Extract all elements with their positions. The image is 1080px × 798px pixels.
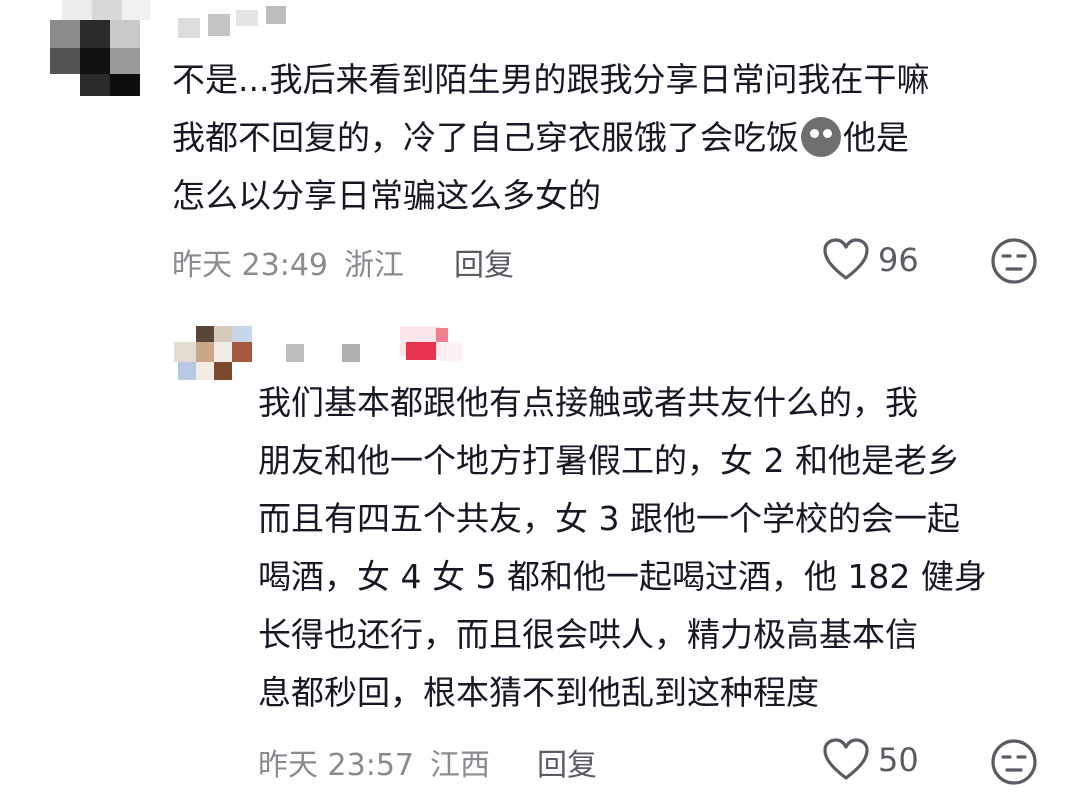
comment-line: 不是...我后来看到陌生男的跟我分享日常问我在干嘛 bbox=[172, 60, 930, 99]
comment-body: 我们基本都跟他有点接触或者共友什么的，我 朋友和他一个地方打暑假工的，女 2 和… bbox=[258, 374, 987, 722]
avatar[interactable] bbox=[40, 0, 150, 100]
avatar[interactable] bbox=[174, 326, 254, 382]
username[interactable] bbox=[178, 4, 288, 40]
neutral-face-icon[interactable] bbox=[990, 738, 1038, 786]
sad-face-emoji-icon bbox=[801, 117, 841, 157]
comment-line: 我都不回复的，冷了自己穿衣服饿了会吃饭 他是 bbox=[172, 109, 929, 167]
like-button[interactable]: 50 bbox=[822, 738, 919, 782]
comment-line-text: 他是 bbox=[843, 118, 909, 157]
comment-meta: 昨天 23:57 江西 bbox=[258, 740, 506, 784]
reply-button[interactable]: 回复 bbox=[537, 740, 597, 784]
comment-line-text: 我都不回复的，冷了自己穿衣服饿了会吃饭 bbox=[172, 118, 799, 157]
comment-body: 不是...我后来看到陌生男的跟我分享日常问我在干嘛 我都不回复的，冷了自己穿衣服… bbox=[172, 51, 929, 225]
timestamp: 昨天 23:57 bbox=[258, 748, 414, 783]
comment-line: 息都秒回，根本猜不到他乱到这种程度 bbox=[258, 673, 819, 712]
comment-meta: 昨天 23:49 浙江 bbox=[172, 240, 420, 284]
comment-line: 而且有四五个共友，女 3 跟他一个学校的会一起 bbox=[258, 499, 960, 538]
username[interactable] bbox=[286, 342, 376, 366]
like-count: 50 bbox=[878, 741, 919, 779]
location: 江西 bbox=[430, 748, 490, 783]
neutral-face-icon[interactable] bbox=[990, 237, 1038, 285]
comment-line: 朋友和他一个地方打暑假工的，女 2 和他是老乡 bbox=[258, 441, 960, 480]
heart-outline-icon bbox=[823, 738, 869, 780]
location: 浙江 bbox=[344, 248, 404, 283]
comment-line: 我们基本都跟他有点接触或者共友什么的，我 bbox=[258, 383, 918, 422]
badge bbox=[396, 320, 468, 368]
comment-line: 怎么以分享日常骗这么多女的 bbox=[172, 176, 601, 215]
heart-outline-icon bbox=[823, 238, 869, 280]
reply-button[interactable]: 回复 bbox=[454, 240, 514, 284]
like-button[interactable]: 96 bbox=[822, 238, 919, 282]
timestamp: 昨天 23:49 bbox=[172, 248, 328, 283]
like-count: 96 bbox=[878, 241, 919, 279]
comment-line: 喝酒，女 4 女 5 都和他一起喝过酒，他 182 健身 bbox=[258, 557, 987, 596]
comment-line: 长得也还行，而且很会哄人，精力极高基本信 bbox=[258, 615, 918, 654]
